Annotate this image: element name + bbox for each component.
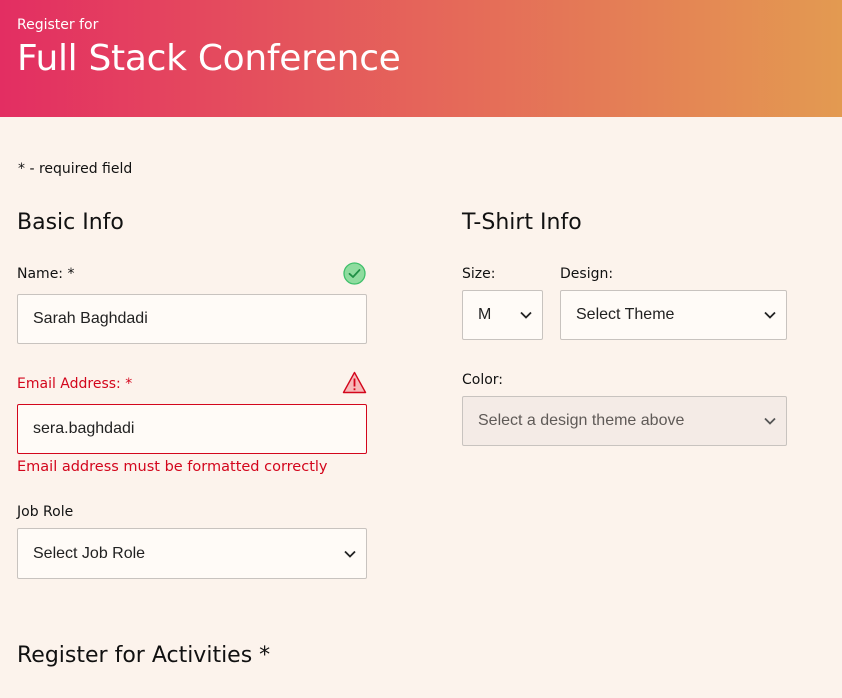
email-input[interactable]: sera.baghdadi [17, 404, 367, 454]
email-label: Email Address: * [17, 376, 133, 392]
email-error-message: Email address must be formatted correctl… [17, 459, 328, 475]
color-select[interactable]: Select a design theme above [462, 396, 787, 446]
tshirt-info-heading: T-Shirt Info [462, 210, 582, 235]
design-selected: Select Theme [576, 306, 675, 323]
size-label: Size: [462, 266, 496, 282]
chevron-down-icon [520, 311, 532, 319]
chevron-down-icon [764, 311, 776, 319]
activities-heading: Register for Activities * [17, 643, 271, 668]
header-pretitle: Register for [17, 17, 99, 33]
chevron-down-icon [344, 550, 356, 558]
name-label: Name: * [17, 266, 75, 282]
check-circle-icon [343, 262, 366, 289]
chevron-down-icon [764, 417, 776, 425]
warning-triangle-icon [342, 371, 367, 398]
job-role-label: Job Role [17, 504, 74, 520]
email-input-value: sera.baghdadi [33, 420, 135, 437]
size-select[interactable]: M [462, 290, 543, 340]
color-selected: Select a design theme above [478, 412, 685, 429]
required-field-note: * - required field [18, 161, 133, 177]
name-input-value: Sarah Baghdadi [33, 310, 148, 327]
design-select[interactable]: Select Theme [560, 290, 787, 340]
design-label: Design: [560, 266, 614, 282]
page-header: Register for Full Stack Conference [0, 0, 842, 117]
color-label: Color: [462, 372, 504, 388]
size-selected: M [478, 306, 492, 323]
page-title: Full Stack Conference [17, 38, 401, 79]
job-role-selected: Select Job Role [33, 544, 146, 562]
job-role-select[interactable]: Select Job Role [17, 528, 367, 579]
name-input[interactable]: Sarah Baghdadi [17, 294, 367, 344]
basic-info-heading: Basic Info [17, 210, 124, 235]
